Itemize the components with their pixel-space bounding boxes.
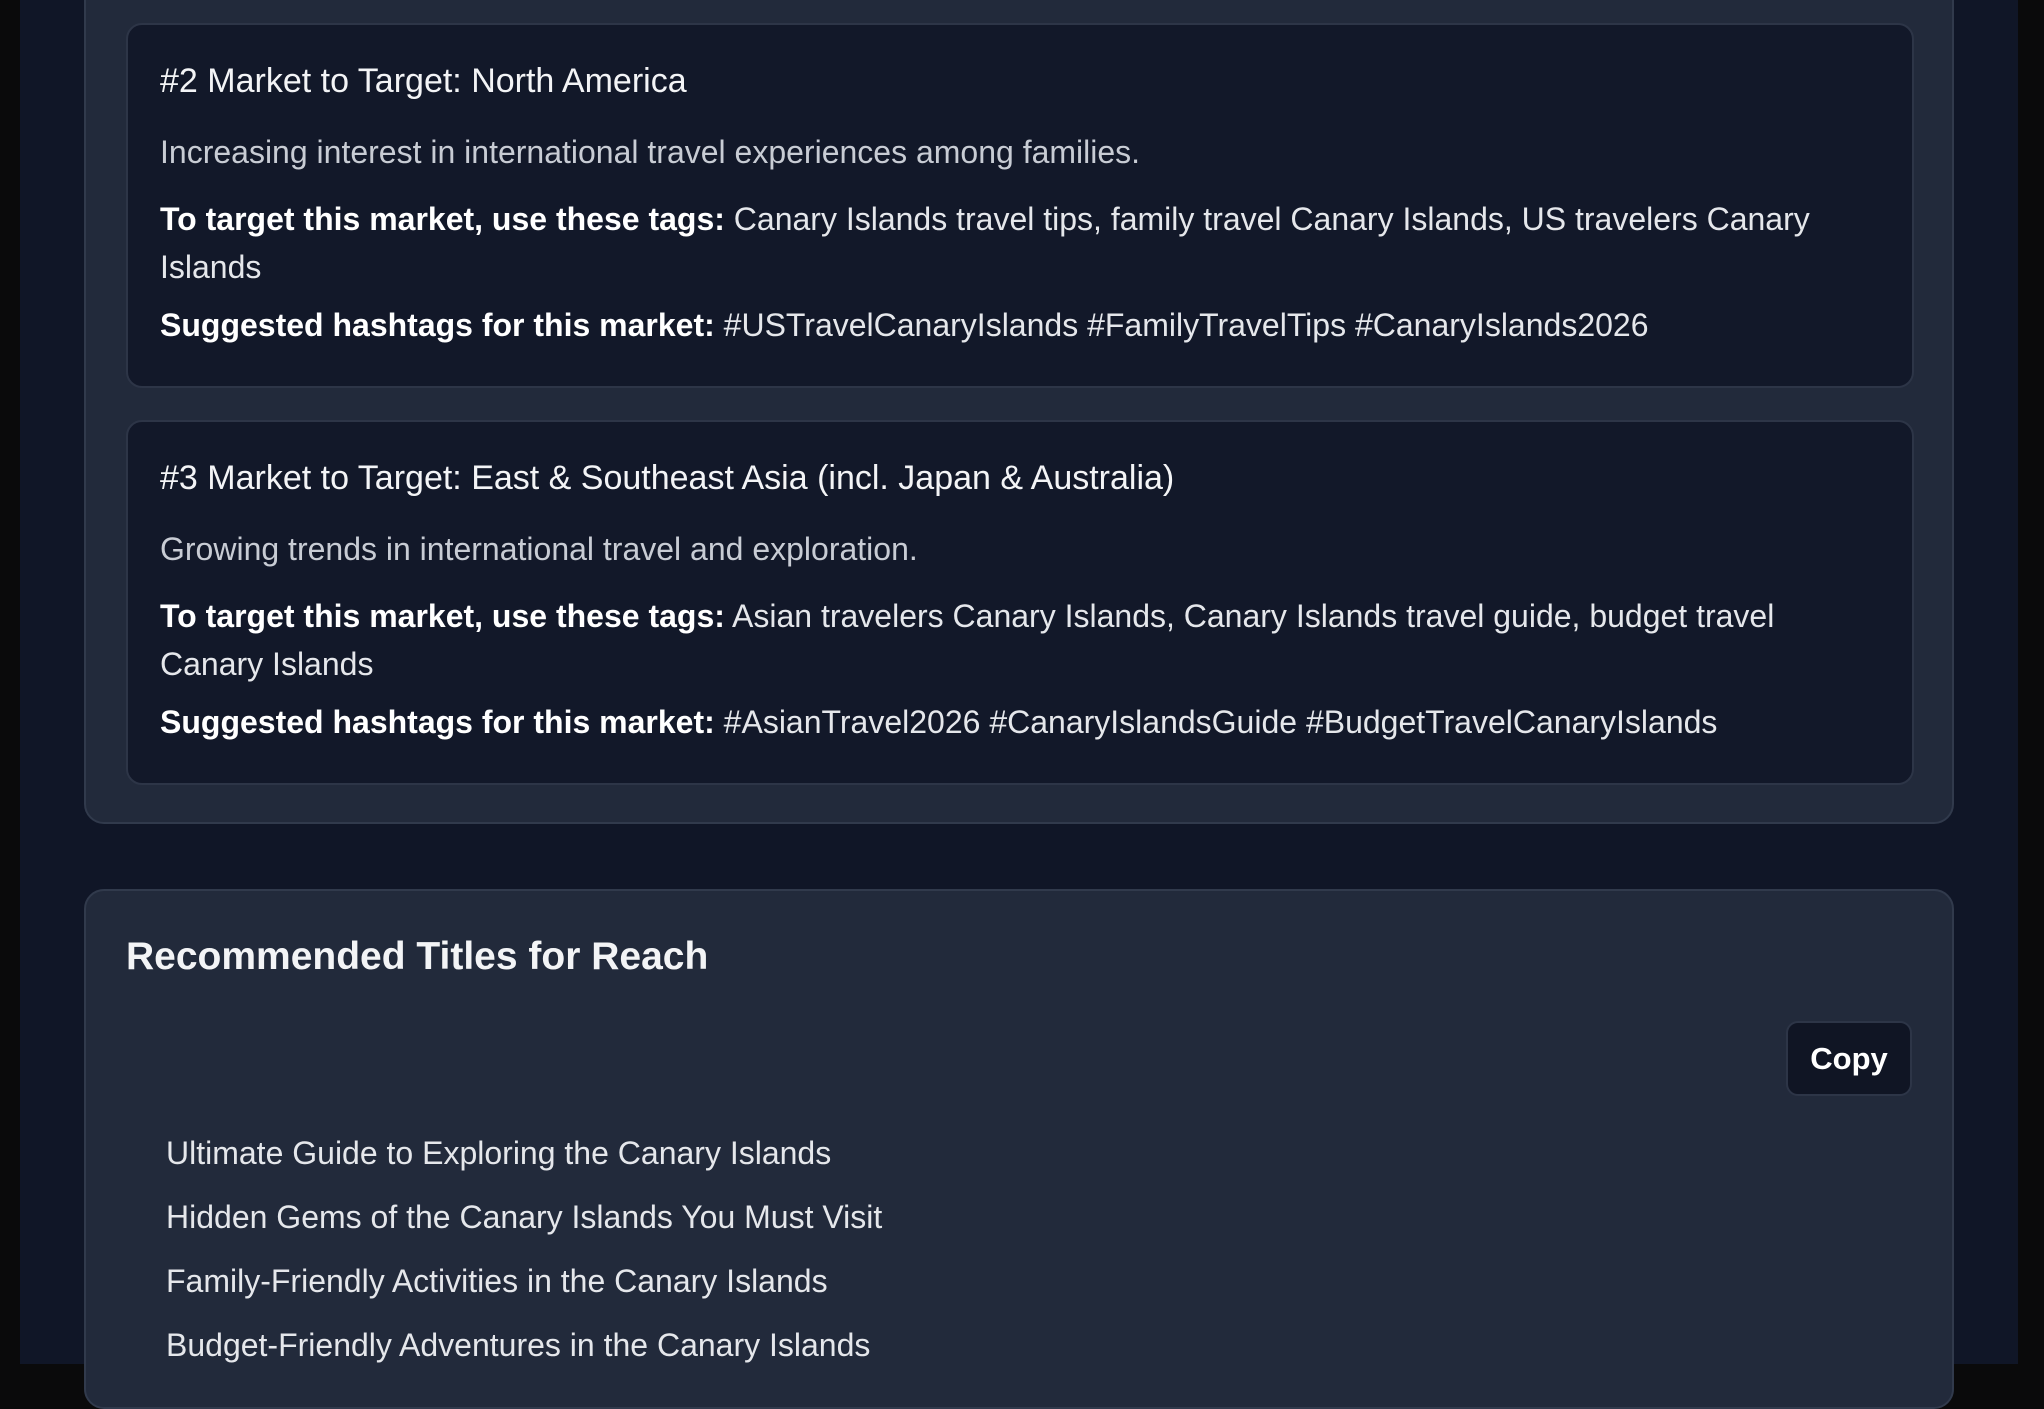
market-hashtags: Suggested hashtags for this market: #UST…: [160, 301, 1880, 349]
list-item: Budget-Friendly Adventures in the Canary…: [166, 1327, 871, 1363]
market-card-north-america: #2 Market to Target: North America Incre…: [126, 23, 1914, 388]
list-item: Family-Friendly Activities in the Canary…: [166, 1263, 828, 1299]
market-tags: To target this market, use these tags: C…: [160, 195, 1880, 291]
target-markets-panel: #2 Market to Target: North America Incre…: [84, 0, 1954, 824]
market-hashtags-label: Suggested hashtags for this market:: [160, 307, 715, 344]
market-tags-label: To target this market, use these tags:: [160, 598, 725, 635]
market-description: Growing trends in international travel a…: [160, 530, 918, 567]
market-title: #3 Market to Target: East & Southeast As…: [160, 459, 1175, 497]
app-frame: #2 Market to Target: North America Incre…: [20, 0, 2018, 1409]
market-hashtags-label: Suggested hashtags for this market:: [160, 704, 715, 741]
recommended-titles-panel: Recommended Titles for Reach Copy Ultima…: [84, 889, 1954, 1409]
list-item: Hidden Gems of the Canary Islands You Mu…: [166, 1199, 883, 1235]
list-item: Ultimate Guide to Exploring the Canary I…: [166, 1135, 832, 1171]
market-card-east-southeast-asia: #3 Market to Target: East & Southeast As…: [126, 420, 1914, 785]
market-description: Increasing interest in international tra…: [160, 133, 1141, 170]
market-hashtags-value: #AsianTravel2026 #CanaryIslandsGuide #Bu…: [723, 704, 1718, 741]
section-title: Recommended Titles for Reach: [126, 935, 709, 978]
market-title: #2 Market to Target: North America: [160, 62, 687, 100]
market-tags: To target this market, use these tags: A…: [160, 592, 1880, 688]
copy-button[interactable]: Copy: [1786, 1021, 1912, 1096]
titles-list: Ultimate Guide to Exploring the Canary I…: [166, 1121, 882, 1377]
market-hashtags: Suggested hashtags for this market: #Asi…: [160, 698, 1880, 746]
market-tags-label: To target this market, use these tags:: [160, 201, 725, 238]
market-hashtags-value: #USTravelCanaryIslands #FamilyTravelTips…: [723, 307, 1649, 344]
